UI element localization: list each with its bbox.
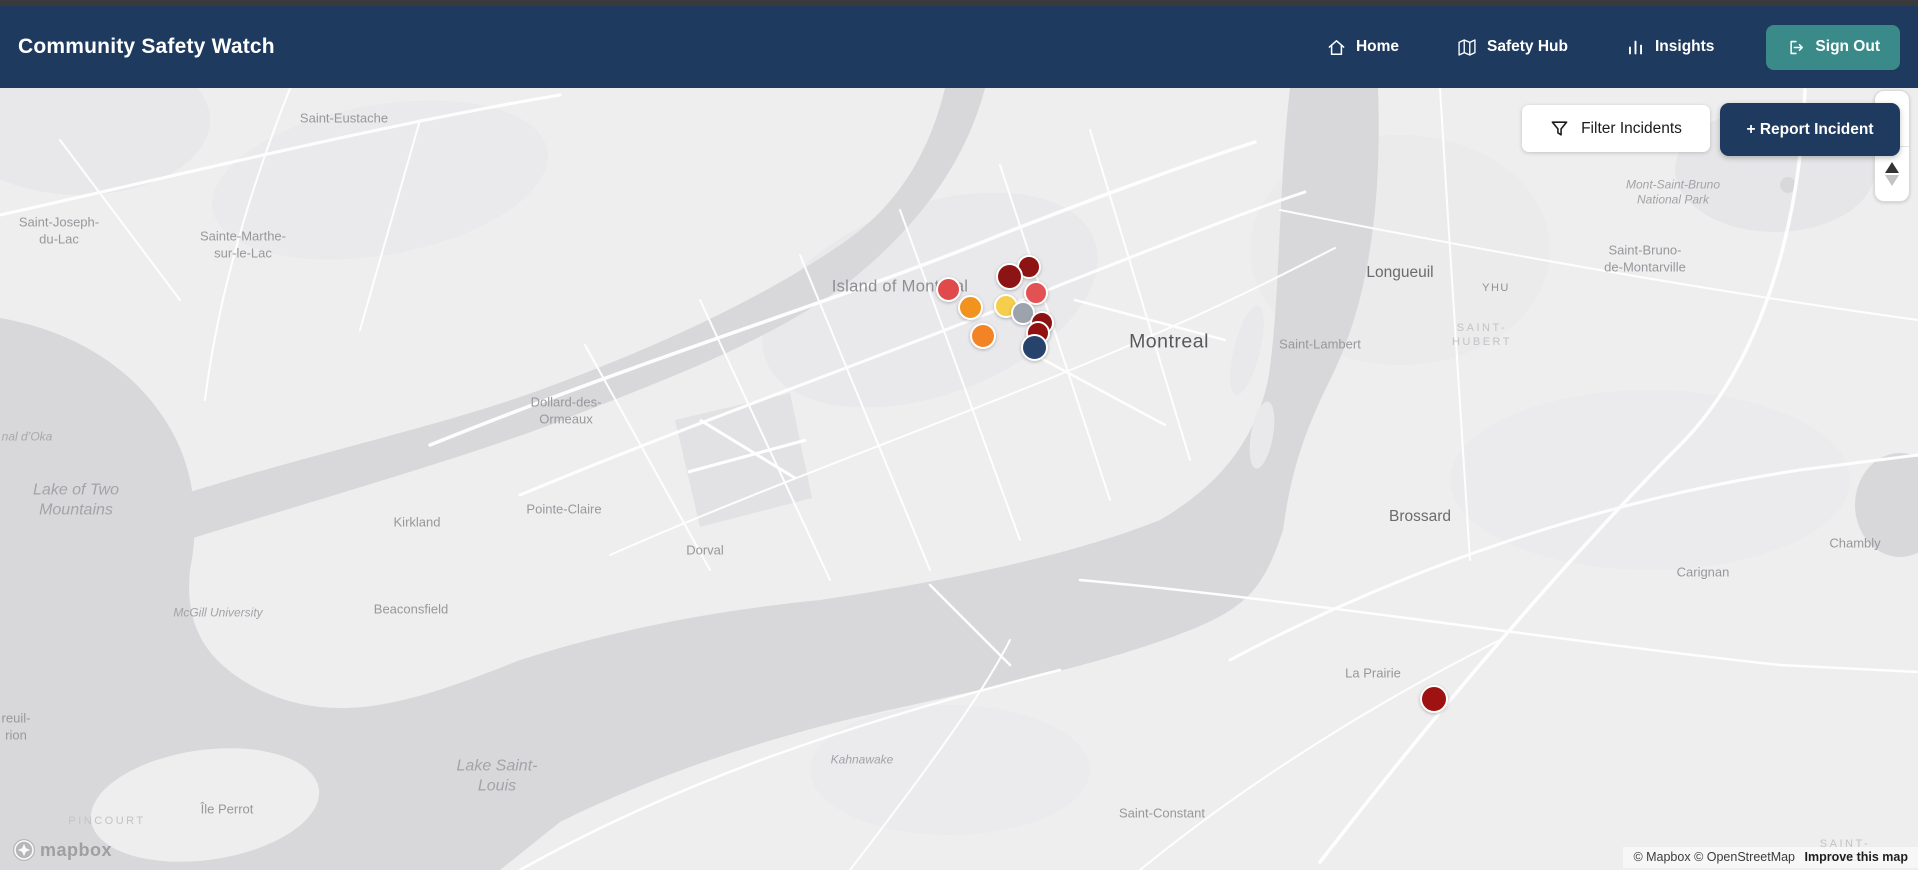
app-header: Community Safety Watch Home Safety Hub I… — [0, 6, 1918, 88]
mapbox-logo[interactable]: mapbox — [12, 838, 112, 862]
sign-out-button[interactable]: Sign Out — [1766, 24, 1900, 70]
funnel-icon — [1551, 121, 1568, 136]
incident-marker[interactable] — [957, 294, 983, 320]
nav-safety-hub-label: Safety Hub — [1487, 38, 1568, 55]
report-incident-button[interactable]: + Report Incident — [1720, 103, 1900, 156]
nav-insights-label: Insights — [1655, 38, 1715, 55]
map-attribution: © Mapbox © OpenStreetMap Improve this ma… — [1623, 847, 1918, 868]
improve-map-link[interactable]: Improve this map — [1805, 850, 1909, 864]
nav-item-home[interactable]: Home — [1327, 38, 1399, 57]
mapbox-wordmark: mapbox — [40, 839, 113, 860]
filter-incidents-button[interactable]: Filter Incidents — [1522, 105, 1710, 152]
nav-home-label: Home — [1355, 38, 1400, 55]
report-incident-label: + Report Incident — [1746, 120, 1874, 138]
main-nav: Home Safety Hub Insights Sign Out — [1327, 24, 1900, 70]
filter-incidents-label: Filter Incidents — [1581, 119, 1682, 137]
attribution-osm-link[interactable]: © OpenStreetMap — [1694, 850, 1795, 864]
incident-marker[interactable] — [1420, 685, 1448, 713]
home-icon — [1328, 39, 1345, 55]
incident-marker[interactable] — [995, 262, 1023, 290]
window-top-strip — [0, 0, 1918, 6]
app-title: Community Safety Watch — [18, 35, 275, 58]
incident-marker[interactable] — [970, 323, 996, 349]
compass-south-icon — [1885, 174, 1899, 186]
sign-out-label: Sign Out — [1815, 38, 1880, 55]
map-icon — [1458, 38, 1476, 56]
incident-marker[interactable] — [1020, 333, 1048, 361]
logout-icon — [1790, 40, 1804, 54]
community-safety-watch-app: Saint-Eustache Saint-Joseph- du-Lac Sainte… — [0, 0, 1918, 870]
incident-marker[interactable] — [935, 276, 961, 302]
compass-north-icon — [1885, 161, 1899, 173]
mapbox-pin-icon — [13, 839, 35, 861]
bar-chart-icon — [1629, 40, 1642, 54]
nav-item-safety-hub[interactable]: Safety Hub — [1457, 38, 1568, 57]
attribution-mapbox-link[interactable]: © Mapbox — [1633, 850, 1690, 864]
nav-item-insights[interactable]: Insights — [1626, 38, 1714, 57]
